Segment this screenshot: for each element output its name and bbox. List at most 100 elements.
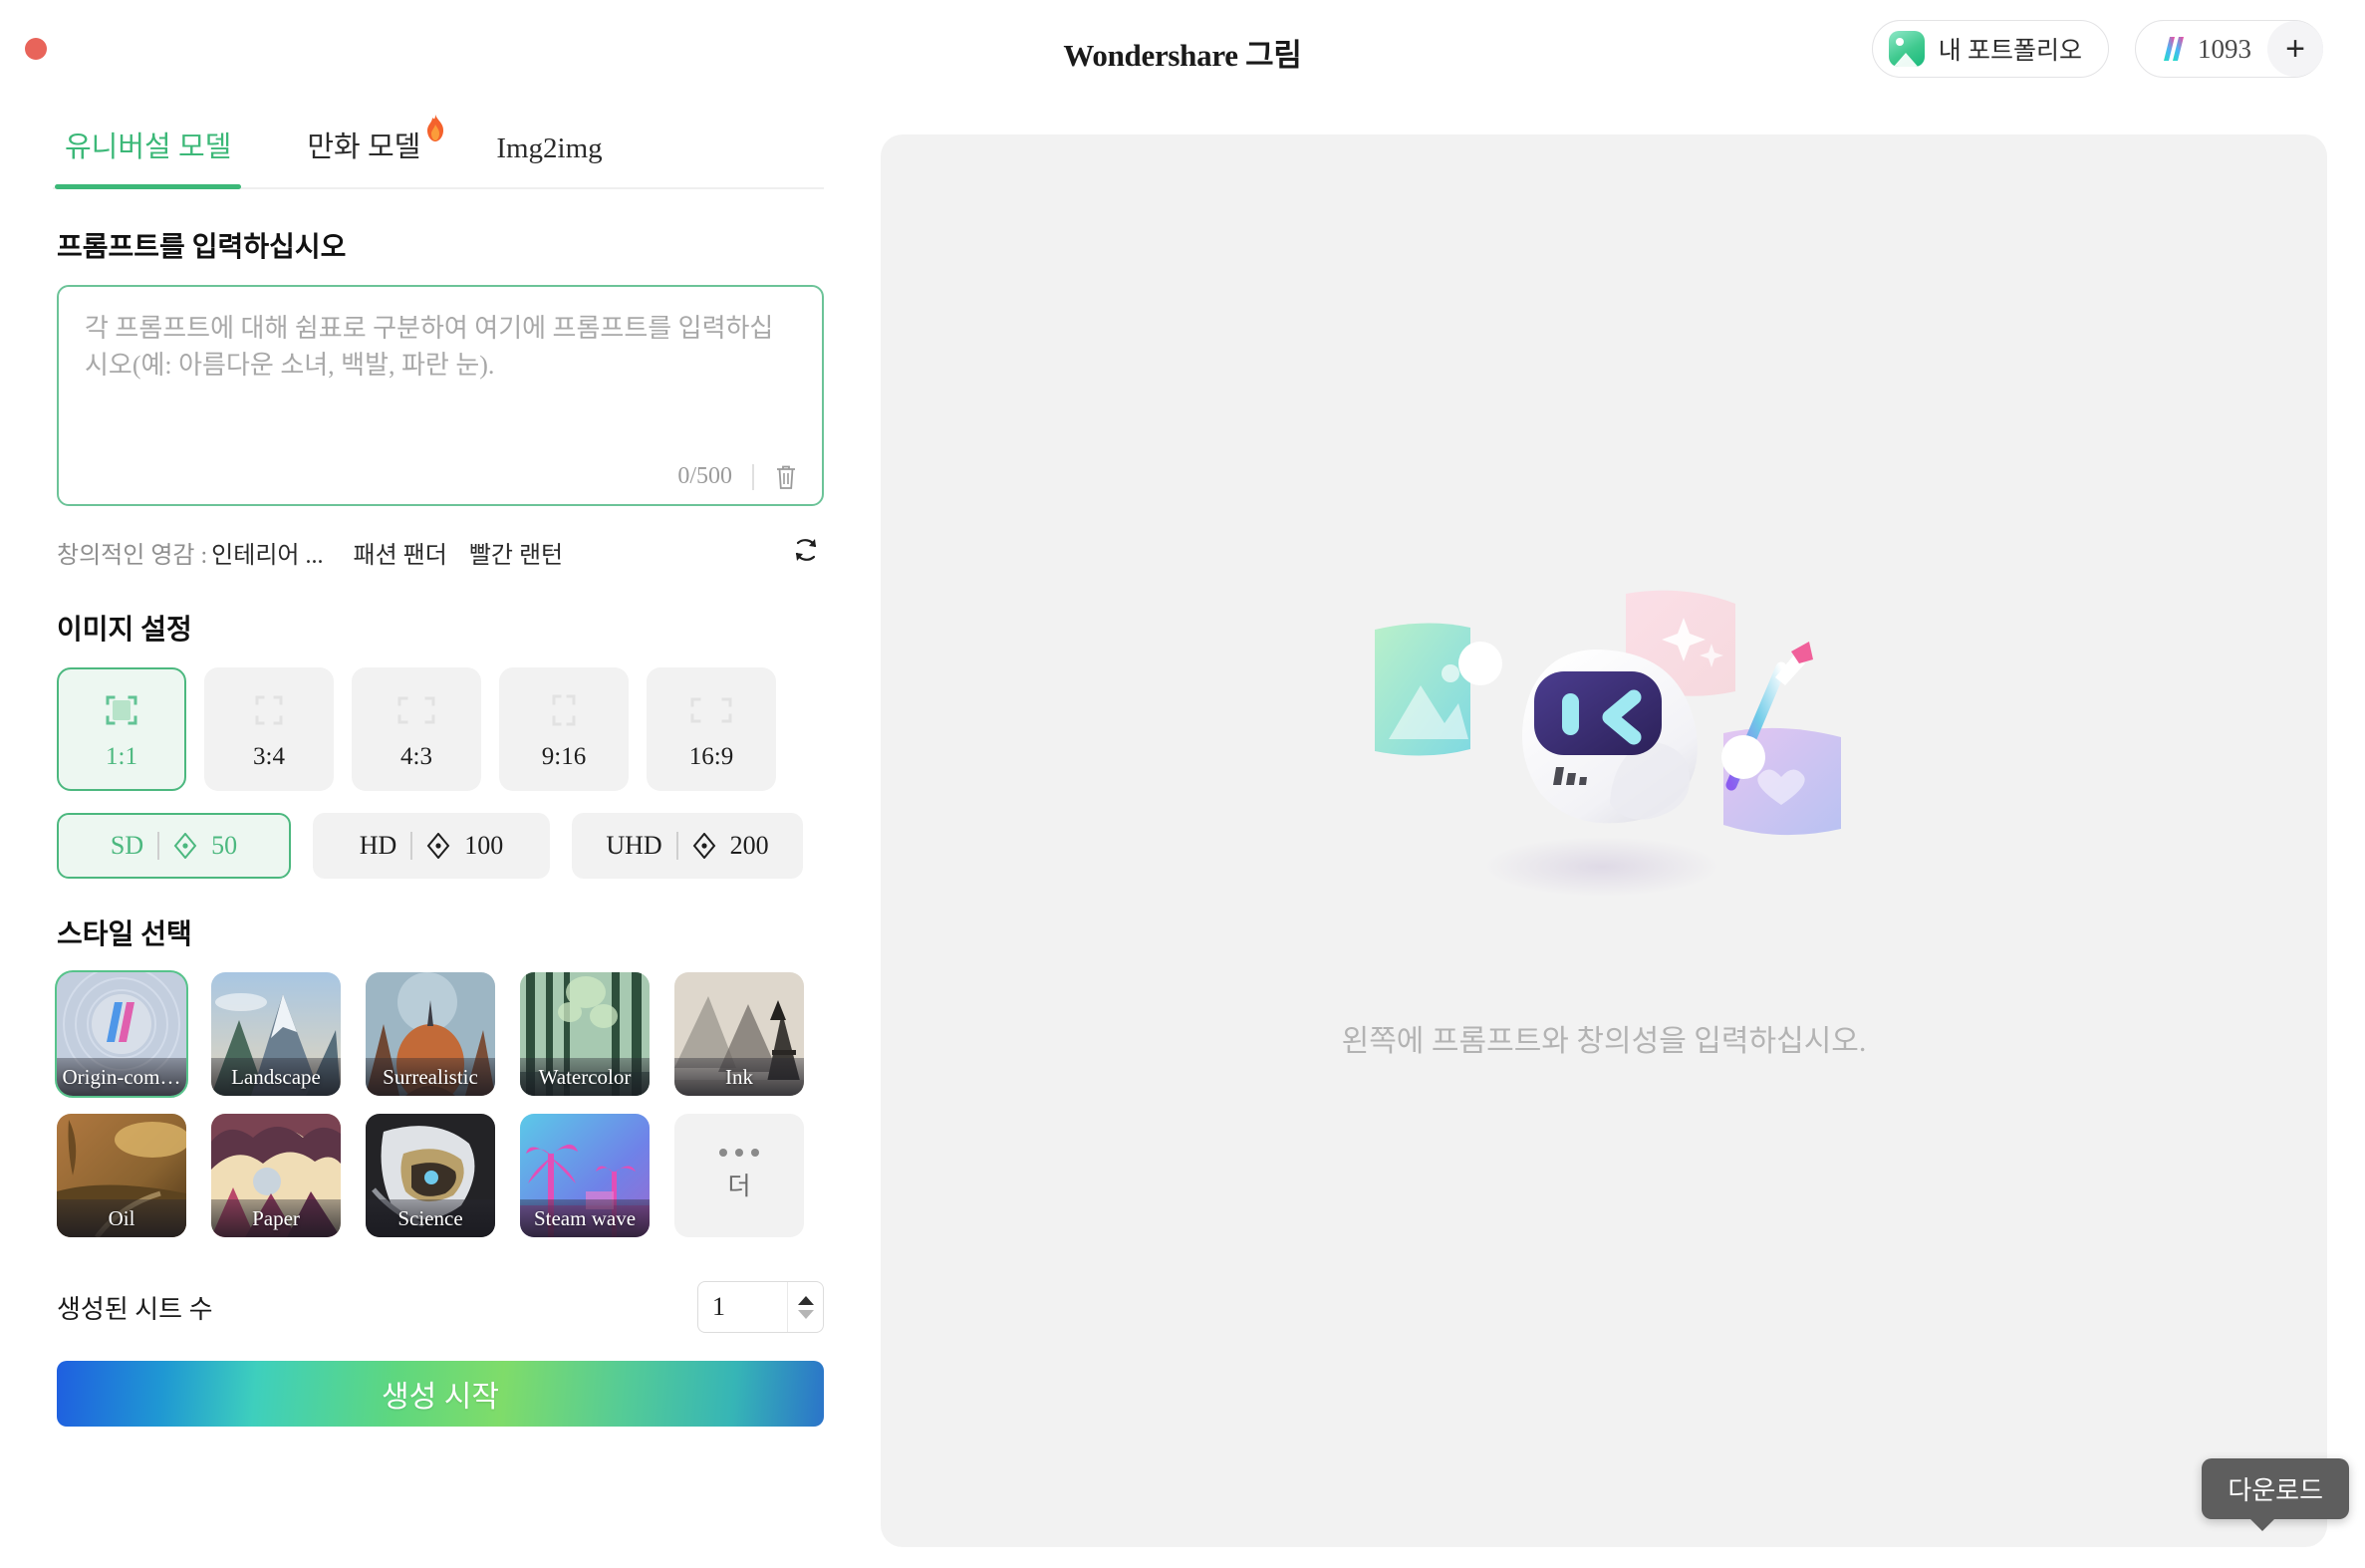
quality-option-sd-cost: 50	[211, 831, 238, 860]
crop-frame-icon	[102, 687, 141, 733]
prompt-input[interactable]: 각 프롬프트에 대해 쉼표로 구분하여 여기에 프롬프트를 입력하십시오(예: …	[57, 285, 824, 506]
quality-option-uhd-name: UHD	[606, 831, 662, 860]
style-card-surrealistic[interactable]: Surrealistic	[366, 972, 495, 1096]
sheet-count-value[interactable]: 1	[698, 1292, 787, 1322]
image-icon	[1888, 31, 1925, 67]
download-tooltip: 다운로드	[2202, 1458, 2349, 1531]
credit-diamond-icon	[692, 833, 715, 859]
credits-count: 1093	[2198, 33, 2251, 64]
prompt-char-count: 0/500	[677, 463, 732, 489]
style-card-paper[interactable]: Paper	[211, 1114, 341, 1237]
trash-icon[interactable]	[774, 464, 798, 490]
ratio-option-9-16[interactable]: 9:16	[499, 667, 629, 791]
divider	[675, 832, 678, 860]
start-generation-button[interactable]: 생성 시작	[57, 1361, 824, 1427]
my-portfolio-button[interactable]: 내 포트폴리오	[1871, 20, 2109, 78]
ratio-option-3-4-label: 3:4	[253, 743, 285, 770]
quality-option-hd-cost: 100	[464, 831, 504, 860]
style-card-origin-label: Origin-com…	[57, 1058, 186, 1096]
ratio-option-4-3-label: 4:3	[400, 743, 432, 770]
creative-inspiration-row: 창의적인 영감 : 인테리어 ... 패션 팬더 빨간 랜턴	[57, 532, 824, 572]
tab-universal-model[interactable]: 유니버설 모델	[53, 124, 243, 189]
settings-sidebar: 유니버설 모델 만화 모델 Img2img 프롬프트를 입력하십시오 각 프롬프…	[0, 100, 881, 1568]
ratio-option-9-16-label: 9:16	[541, 743, 587, 770]
style-card-watercolor-label: Watercolor	[520, 1058, 650, 1096]
tab-anime-model-label: 만화 모델	[307, 131, 421, 163]
style-card-oil[interactable]: Oil	[57, 1114, 186, 1237]
style-grid: Origin-com… Landscape Surrealistic Water…	[55, 970, 824, 1237]
canvas-empty-text: 왼쪽에 프롬프트와 창의성을 입력하십시오.	[1341, 1025, 1867, 1058]
credit-diamond-icon	[426, 833, 450, 859]
credits-badge[interactable]: 1093 +	[2135, 20, 2323, 78]
crop-frame-icon	[394, 687, 438, 733]
quality-option-sd[interactable]: SD 50	[57, 813, 291, 879]
style-card-science[interactable]: Science	[366, 1114, 495, 1237]
inspiration-chip-2[interactable]: 빨간 랜턴	[469, 535, 563, 570]
ratio-option-16-9[interactable]: 16:9	[647, 667, 776, 791]
quality-option-uhd-cost: 200	[729, 831, 769, 860]
fire-icon	[427, 115, 444, 141]
style-card-landscape-label: Landscape	[211, 1058, 341, 1096]
credit-diamond-icon	[173, 833, 197, 859]
ratio-option-4-3[interactable]: 4:3	[352, 667, 481, 791]
sheet-count-row: 생성된 시트 수 1	[57, 1279, 824, 1335]
style-card-more-label: 더	[727, 1174, 751, 1200]
aspect-ratio-options: 1:1 3:4 4:3 9:16 16:9	[57, 667, 824, 791]
ratio-option-3-4[interactable]: 3:4	[204, 667, 334, 791]
style-card-more[interactable]: 더	[674, 1114, 804, 1237]
tab-anime-model[interactable]: 만화 모델	[295, 115, 444, 187]
inspiration-chip-interior[interactable]: 인테리어 ...	[211, 535, 323, 570]
refresh-icon[interactable]	[790, 534, 822, 566]
more-dots-icon	[719, 1149, 759, 1157]
image-settings-title: 이미지 설정	[57, 615, 192, 646]
style-card-landscape[interactable]: Landscape	[211, 972, 341, 1096]
divider	[157, 832, 160, 860]
sheet-count-arrows[interactable]	[787, 1282, 823, 1332]
add-credits-button[interactable]: +	[2267, 21, 2323, 77]
divider	[410, 832, 413, 860]
sheet-count-stepper[interactable]: 1	[697, 1281, 824, 1333]
divider	[752, 463, 754, 490]
ratio-option-1-1[interactable]: 1:1	[57, 667, 186, 791]
start-generation-label: 생성 시작	[382, 1381, 499, 1414]
style-card-oil-label: Oil	[57, 1199, 186, 1237]
crop-frame-icon	[687, 687, 735, 733]
prompt-placeholder: 각 프롬프트에 대해 쉼표로 구분하여 여기에 프롬프트를 입력하십시오(예: …	[85, 314, 774, 380]
robot-mascot-illustration	[1345, 582, 1863, 980]
quality-options: SD 50 HD 100 UHD 200	[57, 813, 824, 879]
download-tooltip-label: 다운로드	[2228, 1476, 2323, 1505]
sheet-count-label: 생성된 시트 수	[57, 1294, 213, 1324]
style-card-watercolor[interactable]: Watercolor	[520, 972, 650, 1096]
style-section-title: 스타일 선택	[57, 919, 192, 950]
tab-universal-model-label: 유니버설 모델	[65, 131, 232, 163]
style-card-ink[interactable]: Ink	[674, 972, 804, 1096]
tab-img2img-label: Img2img	[496, 132, 603, 164]
crop-frame-icon	[549, 687, 579, 733]
model-tabs: 유니버설 모델 만화 모델 Img2img	[53, 100, 824, 189]
ratio-option-1-1-label: 1:1	[106, 743, 137, 770]
style-card-surrealistic-label: Surrealistic	[366, 1058, 495, 1096]
chevron-down-icon[interactable]	[797, 1309, 814, 1319]
preview-canvas: 왼쪽에 프롬프트와 창의성을 입력하십시오. 다운로드	[881, 134, 2349, 1547]
ratio-option-16-9-label: 16:9	[688, 743, 734, 770]
wondershare-logo-icon	[2164, 37, 2184, 61]
inspiration-chip-1[interactable]: 패션 팬더	[353, 535, 446, 570]
prompt-section-title: 프롬프트를 입력하십시오	[57, 232, 347, 263]
quality-option-hd[interactable]: HD 100	[313, 813, 550, 879]
header-actions: 내 포트폴리오 1093 +	[1871, 20, 2323, 78]
crop-frame-icon	[252, 687, 286, 733]
quality-option-sd-name: SD	[110, 831, 144, 860]
style-card-steamwave[interactable]: Steam wave	[520, 1114, 650, 1237]
chevron-up-icon[interactable]	[797, 1295, 814, 1305]
style-card-ink-label: Ink	[674, 1058, 804, 1096]
creative-inspiration-label: 창의적인 영감 :	[57, 542, 208, 569]
canvas-empty-state: 왼쪽에 프롬프트와 창의성을 입력하십시오.	[881, 134, 2327, 1547]
tab-img2img[interactable]: Img2img	[484, 132, 614, 187]
style-card-paper-label: Paper	[211, 1199, 341, 1237]
style-card-origin[interactable]: Origin-com…	[55, 970, 188, 1098]
app-header: Wondershare 그림 내 포트폴리오 1093 +	[0, 0, 2365, 100]
quality-option-uhd[interactable]: UHD 200	[572, 813, 803, 879]
style-card-steamwave-label: Steam wave	[520, 1199, 650, 1237]
my-portfolio-label: 내 포트폴리오	[1938, 38, 2082, 65]
prompt-footer: 0/500	[677, 463, 798, 490]
